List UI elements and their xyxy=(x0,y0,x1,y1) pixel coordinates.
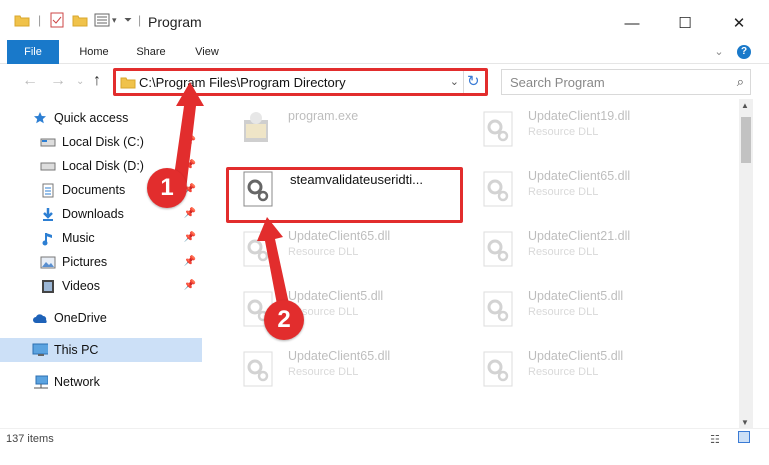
file-name: UpdateClient5.dll xyxy=(528,349,624,363)
forward-arrow-icon[interactable]: → xyxy=(50,72,66,90)
details-view-icon[interactable]: ☷ xyxy=(710,433,720,446)
file-tile[interactable]: UpdateClient65.dll Resource DLL xyxy=(470,164,700,216)
sidebar-item-label: Network xyxy=(54,375,100,389)
sidebar-item-label: Videos xyxy=(62,279,100,293)
sidebar-item-pictures[interactable]: Pictures 📌 xyxy=(0,250,202,274)
dll-icon xyxy=(243,351,273,387)
sidebar-item-label: Downloads xyxy=(62,207,124,221)
sidebar-item-label: OneDrive xyxy=(54,311,107,325)
item-count: 137 items xyxy=(6,433,54,445)
properties-icon[interactable] xyxy=(50,10,64,30)
folder-icon xyxy=(14,10,30,30)
download-icon xyxy=(40,206,56,222)
tab-file[interactable]: File xyxy=(7,40,59,64)
sidebar-item-onedrive[interactable]: OneDrive xyxy=(0,306,202,330)
ribbon: File Home Share View ⌄ ? xyxy=(0,40,769,64)
videos-icon xyxy=(40,278,56,294)
search-icon[interactable]: ⌕ xyxy=(737,74,744,90)
help-icon[interactable]: ? xyxy=(737,45,751,59)
file-name: UpdateClient65.dll xyxy=(528,169,631,183)
window-title: Program xyxy=(148,14,202,30)
file-type: Resource DLL xyxy=(528,306,599,318)
separator: | xyxy=(38,13,42,27)
file-tile[interactable]: program.exe xyxy=(230,104,460,156)
tab-share[interactable]: Share xyxy=(130,40,172,64)
status-bar: 137 items ☷ xyxy=(0,428,769,450)
pictures-icon xyxy=(40,254,56,270)
dll-icon xyxy=(483,171,513,207)
dll-icon xyxy=(483,291,513,327)
large-icons-view-icon[interactable] xyxy=(738,431,750,443)
expand-ribbon-icon[interactable]: ⌄ xyxy=(712,40,726,64)
star-icon xyxy=(32,110,48,126)
file-tile[interactable]: UpdateClient65.dll Resource DLL xyxy=(230,344,460,396)
scroll-thumb[interactable] xyxy=(741,117,751,163)
new-folder-icon[interactable] xyxy=(72,10,88,30)
file-name: UpdateClient65.dll xyxy=(288,349,391,363)
cloud-icon xyxy=(32,310,48,326)
drive-icon xyxy=(40,134,56,150)
computer-icon xyxy=(32,342,48,358)
sidebar-item-label: Quick access xyxy=(54,111,129,125)
network-icon xyxy=(32,374,48,390)
title-bar: | ▾ ⏷ | Program — ☐ ✕ xyxy=(0,0,769,40)
drive-icon xyxy=(40,158,56,174)
recent-locations-icon[interactable]: ⌄ xyxy=(76,76,84,87)
tab-home[interactable]: Home xyxy=(74,40,114,64)
file-name: UpdateClient5.dll xyxy=(528,289,624,303)
sidebar-item-label: Local Disk (D:) xyxy=(62,159,144,173)
search-input[interactable]: Search Program ⌕ xyxy=(501,69,751,95)
step-1-badge: 1 xyxy=(147,168,187,208)
sidebar-item-label: Local Disk (C:) xyxy=(62,135,144,149)
sidebar-item-videos[interactable]: Videos 📌 xyxy=(0,274,202,298)
file-tile[interactable]: UpdateClient19.dll Resource DLL xyxy=(470,104,700,156)
vertical-scrollbar[interactable]: ▲ ▼ xyxy=(739,99,753,429)
back-arrow-icon[interactable]: ← xyxy=(22,72,38,90)
navigation-bar: ← → ⌄ ↑ C:\Program Files\Program Directo… xyxy=(0,66,769,98)
sidebar-item-label: Pictures xyxy=(62,255,108,269)
up-arrow-icon[interactable]: ↑ xyxy=(93,72,101,90)
sidebar-item-label: Documents xyxy=(62,183,126,197)
sidebar-item-network[interactable]: Network xyxy=(0,370,202,394)
search-placeholder: Search Program xyxy=(510,75,605,90)
file-type: Resource DLL xyxy=(528,246,599,258)
maximize-button[interactable]: ☐ xyxy=(662,8,708,38)
sidebar-item-music[interactable]: Music 📌 xyxy=(0,226,202,250)
file-tile[interactable]: UpdateClient21.dll Resource DLL xyxy=(470,224,700,276)
customize-toolbar-icon[interactable]: ⏷ xyxy=(124,10,132,30)
file-name: UpdateClient19.dll xyxy=(528,109,631,123)
file-name: program.exe xyxy=(288,109,359,123)
file-type: Resource DLL xyxy=(288,366,359,378)
dll-icon xyxy=(483,351,513,387)
dll-icon xyxy=(483,231,513,267)
file-type: Resource DLL xyxy=(528,186,599,198)
sidebar-item-label: This PC xyxy=(54,343,99,357)
file-type: Resource DLL xyxy=(528,366,599,378)
file-tile[interactable]: UpdateClient5.dll Resource DLL xyxy=(470,284,700,336)
music-icon xyxy=(40,230,56,246)
dll-icon xyxy=(483,111,513,147)
pin-icon[interactable]: 📌 xyxy=(184,232,196,243)
step-2-badge: 2 xyxy=(264,300,304,340)
exe-icon xyxy=(244,112,268,142)
sidebar-item-label: Music xyxy=(62,231,95,245)
file-tile[interactable]: UpdateClient5.dll Resource DLL xyxy=(470,344,700,396)
scroll-up-icon[interactable]: ▲ xyxy=(741,101,749,110)
file-name: UpdateClient21.dll xyxy=(528,229,631,243)
view-options-icon[interactable] xyxy=(94,10,110,30)
separator: | xyxy=(138,13,142,27)
documents-icon xyxy=(40,182,56,198)
pin-icon[interactable]: 📌 xyxy=(184,280,196,291)
scroll-down-icon[interactable]: ▼ xyxy=(741,418,749,427)
close-button[interactable]: ✕ xyxy=(716,8,762,38)
pin-icon[interactable]: 📌 xyxy=(184,256,196,267)
chevron-down-icon[interactable]: ▾ xyxy=(112,10,117,30)
file-type: Resource DLL xyxy=(528,126,599,138)
tab-view[interactable]: View xyxy=(188,40,226,64)
sidebar-item-this-pc[interactable]: This PC xyxy=(0,338,202,362)
minimize-button[interactable]: — xyxy=(609,8,655,38)
